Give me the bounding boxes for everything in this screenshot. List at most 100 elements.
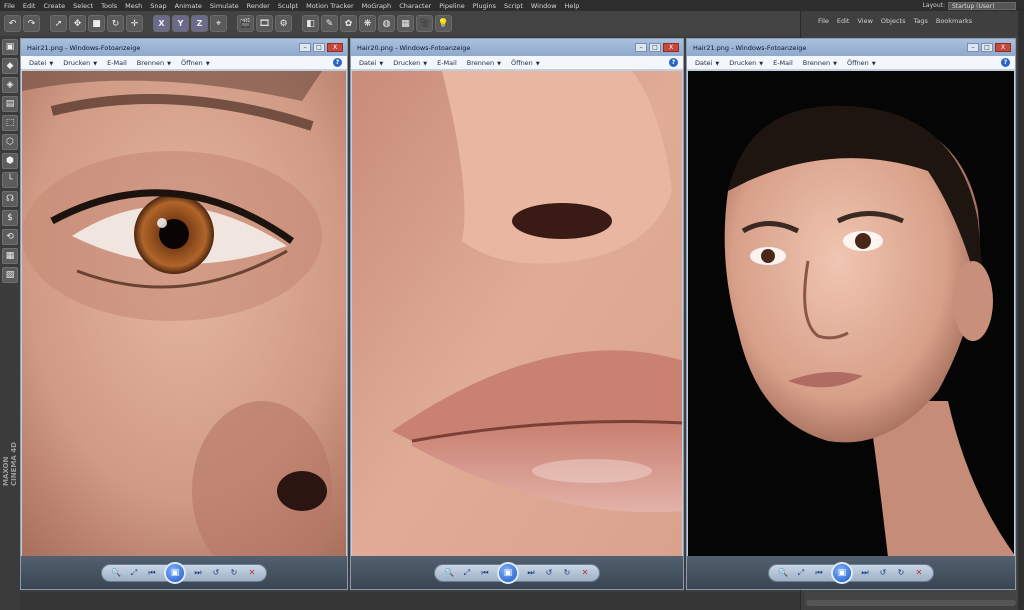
slideshow-icon[interactable]: ▣: [497, 561, 519, 584]
menu-snap[interactable]: Snap: [146, 2, 170, 10]
render-view-icon[interactable]: 🎬: [237, 15, 254, 32]
cmd-email[interactable]: E-Mail: [104, 59, 134, 67]
menu-mesh[interactable]: Mesh: [121, 2, 146, 10]
cmd-oeffnen[interactable]: Öffnen ▼: [178, 59, 217, 67]
window-titlebar[interactable]: Hair20.png - Windows-Fotoanzeige – □ X: [351, 39, 683, 56]
menu-character[interactable]: Character: [395, 2, 435, 10]
window-titlebar[interactable]: Hair21.png - Windows-Fotoanzeige – □ X: [21, 39, 347, 56]
lock-workplane-icon[interactable]: ⟲: [2, 229, 18, 245]
menu-simulate[interactable]: Simulate: [206, 2, 243, 10]
scale-icon[interactable]: ■: [88, 15, 105, 32]
environment-icon[interactable]: ▦: [397, 15, 414, 32]
tweak-mode-icon[interactable]: ☊: [2, 191, 18, 207]
rotate-left-icon[interactable]: ↺: [543, 567, 555, 579]
next-icon[interactable]: ⏭: [192, 567, 204, 579]
points-mode-icon[interactable]: ⬚: [2, 115, 18, 131]
previous-icon[interactable]: ⏮: [813, 567, 825, 579]
make-editable-icon[interactable]: ▣: [2, 39, 18, 55]
cmd-oeffnen[interactable]: Öffnen ▼: [508, 59, 547, 67]
menu-sculpt[interactable]: Sculpt: [274, 2, 302, 10]
cmd-brennen[interactable]: Brennen ▼: [800, 59, 844, 67]
maximize-button[interactable]: □: [981, 43, 993, 52]
help-icon[interactable]: ?: [333, 58, 342, 67]
zoom-icon[interactable]: 🔍: [110, 567, 122, 579]
menu-help[interactable]: Help: [561, 2, 584, 10]
objmgr-menu-file[interactable]: File: [815, 17, 832, 25]
previous-icon[interactable]: ⏮: [479, 567, 491, 579]
menu-edit[interactable]: Edit: [19, 2, 40, 10]
edges-mode-icon[interactable]: ⬡: [2, 134, 18, 150]
objmgr-menu-tags[interactable]: Tags: [910, 17, 930, 25]
close-button[interactable]: X: [327, 43, 343, 52]
next-icon[interactable]: ⏭: [525, 567, 537, 579]
light-icon[interactable]: 💡: [435, 15, 452, 32]
close-button[interactable]: X: [995, 43, 1011, 52]
render-settings-icon[interactable]: ⚙: [275, 15, 292, 32]
menu-file[interactable]: File: [0, 2, 19, 10]
snapping-icon[interactable]: $: [2, 210, 18, 226]
rotate-left-icon[interactable]: ↺: [877, 567, 889, 579]
axis-mode-icon[interactable]: └: [2, 172, 18, 188]
solo-icon[interactable]: ▨: [2, 267, 18, 283]
zoom-icon[interactable]: 🔍: [443, 567, 455, 579]
cmd-drucken[interactable]: Drucken ▼: [60, 59, 104, 67]
delete-icon[interactable]: ✕: [913, 567, 925, 579]
render-picture-viewer-icon[interactable]: 🎞: [256, 15, 273, 32]
cmd-drucken[interactable]: Drucken ▼: [726, 59, 770, 67]
objmgr-menu-edit[interactable]: Edit: [834, 17, 853, 25]
cmd-datei[interactable]: Datei ▼: [26, 59, 60, 67]
delete-icon[interactable]: ✕: [579, 567, 591, 579]
nurbs-icon[interactable]: ✿: [340, 15, 357, 32]
minimize-button[interactable]: –: [967, 43, 979, 52]
zoom-icon[interactable]: 🔍: [777, 567, 789, 579]
menu-render[interactable]: Render: [243, 2, 274, 10]
objmgr-scrollbar[interactable]: [1018, 11, 1024, 610]
cmd-oeffnen[interactable]: Öffnen ▼: [844, 59, 883, 67]
menu-window[interactable]: Window: [527, 2, 561, 10]
undo-icon[interactable]: ↶: [4, 15, 21, 32]
cmd-brennen[interactable]: Brennen ▼: [464, 59, 508, 67]
help-icon[interactable]: ?: [669, 58, 678, 67]
next-icon[interactable]: ⏭: [859, 567, 871, 579]
coordinate-system-icon[interactable]: ⌖: [210, 15, 227, 32]
window-titlebar[interactable]: Hair21.png - Windows-Fotoanzeige – □ X: [687, 39, 1015, 56]
slideshow-icon[interactable]: ▣: [164, 561, 186, 584]
z-axis-toggle[interactable]: Z: [191, 15, 208, 32]
objmgr-menu-view[interactable]: View: [854, 17, 875, 25]
polygons-mode-icon[interactable]: ⬢: [2, 153, 18, 169]
actual-size-icon[interactable]: ⤢: [795, 567, 807, 579]
cmd-datei[interactable]: Datei ▼: [692, 59, 726, 67]
menu-create[interactable]: Create: [39, 2, 69, 10]
minimize-button[interactable]: –: [299, 43, 311, 52]
rotate-right-icon[interactable]: ↻: [561, 567, 573, 579]
actual-size-icon[interactable]: ⤢: [461, 567, 473, 579]
deformer-icon[interactable]: ◍: [378, 15, 395, 32]
workplane-icon[interactable]: ▤: [2, 96, 18, 112]
cmd-email[interactable]: E-Mail: [434, 59, 464, 67]
menu-tools[interactable]: Tools: [97, 2, 121, 10]
cmd-datei[interactable]: Datei ▼: [356, 59, 390, 67]
help-icon[interactable]: ?: [1001, 58, 1010, 67]
maximize-button[interactable]: □: [313, 43, 325, 52]
delete-icon[interactable]: ✕: [246, 567, 258, 579]
cmd-email[interactable]: E-Mail: [770, 59, 800, 67]
menu-pipeline[interactable]: Pipeline: [435, 2, 468, 10]
objmgr-menu-bookmarks[interactable]: Bookmarks: [933, 17, 975, 25]
menu-mograph[interactable]: MoGraph: [358, 2, 396, 10]
previous-icon[interactable]: ⏮: [146, 567, 158, 579]
rotate-right-icon[interactable]: ↻: [228, 567, 240, 579]
select-arrow-icon[interactable]: ➚: [50, 15, 67, 32]
maximize-button[interactable]: □: [649, 43, 661, 52]
actual-size-icon[interactable]: ⤢: [128, 567, 140, 579]
cube-icon[interactable]: ◧: [302, 15, 319, 32]
y-axis-toggle[interactable]: Y: [172, 15, 189, 32]
menu-plugins[interactable]: Plugins: [469, 2, 500, 10]
camera-icon[interactable]: 🎥: [416, 15, 433, 32]
menu-select[interactable]: Select: [69, 2, 97, 10]
menu-motion-tracker[interactable]: Motion Tracker: [302, 2, 358, 10]
spline-pen-icon[interactable]: ✎: [321, 15, 338, 32]
rotate-right-icon[interactable]: ↻: [895, 567, 907, 579]
mograph-icon[interactable]: ❋: [359, 15, 376, 32]
cmd-brennen[interactable]: Brennen ▼: [134, 59, 178, 67]
cmd-drucken[interactable]: Drucken ▼: [390, 59, 434, 67]
